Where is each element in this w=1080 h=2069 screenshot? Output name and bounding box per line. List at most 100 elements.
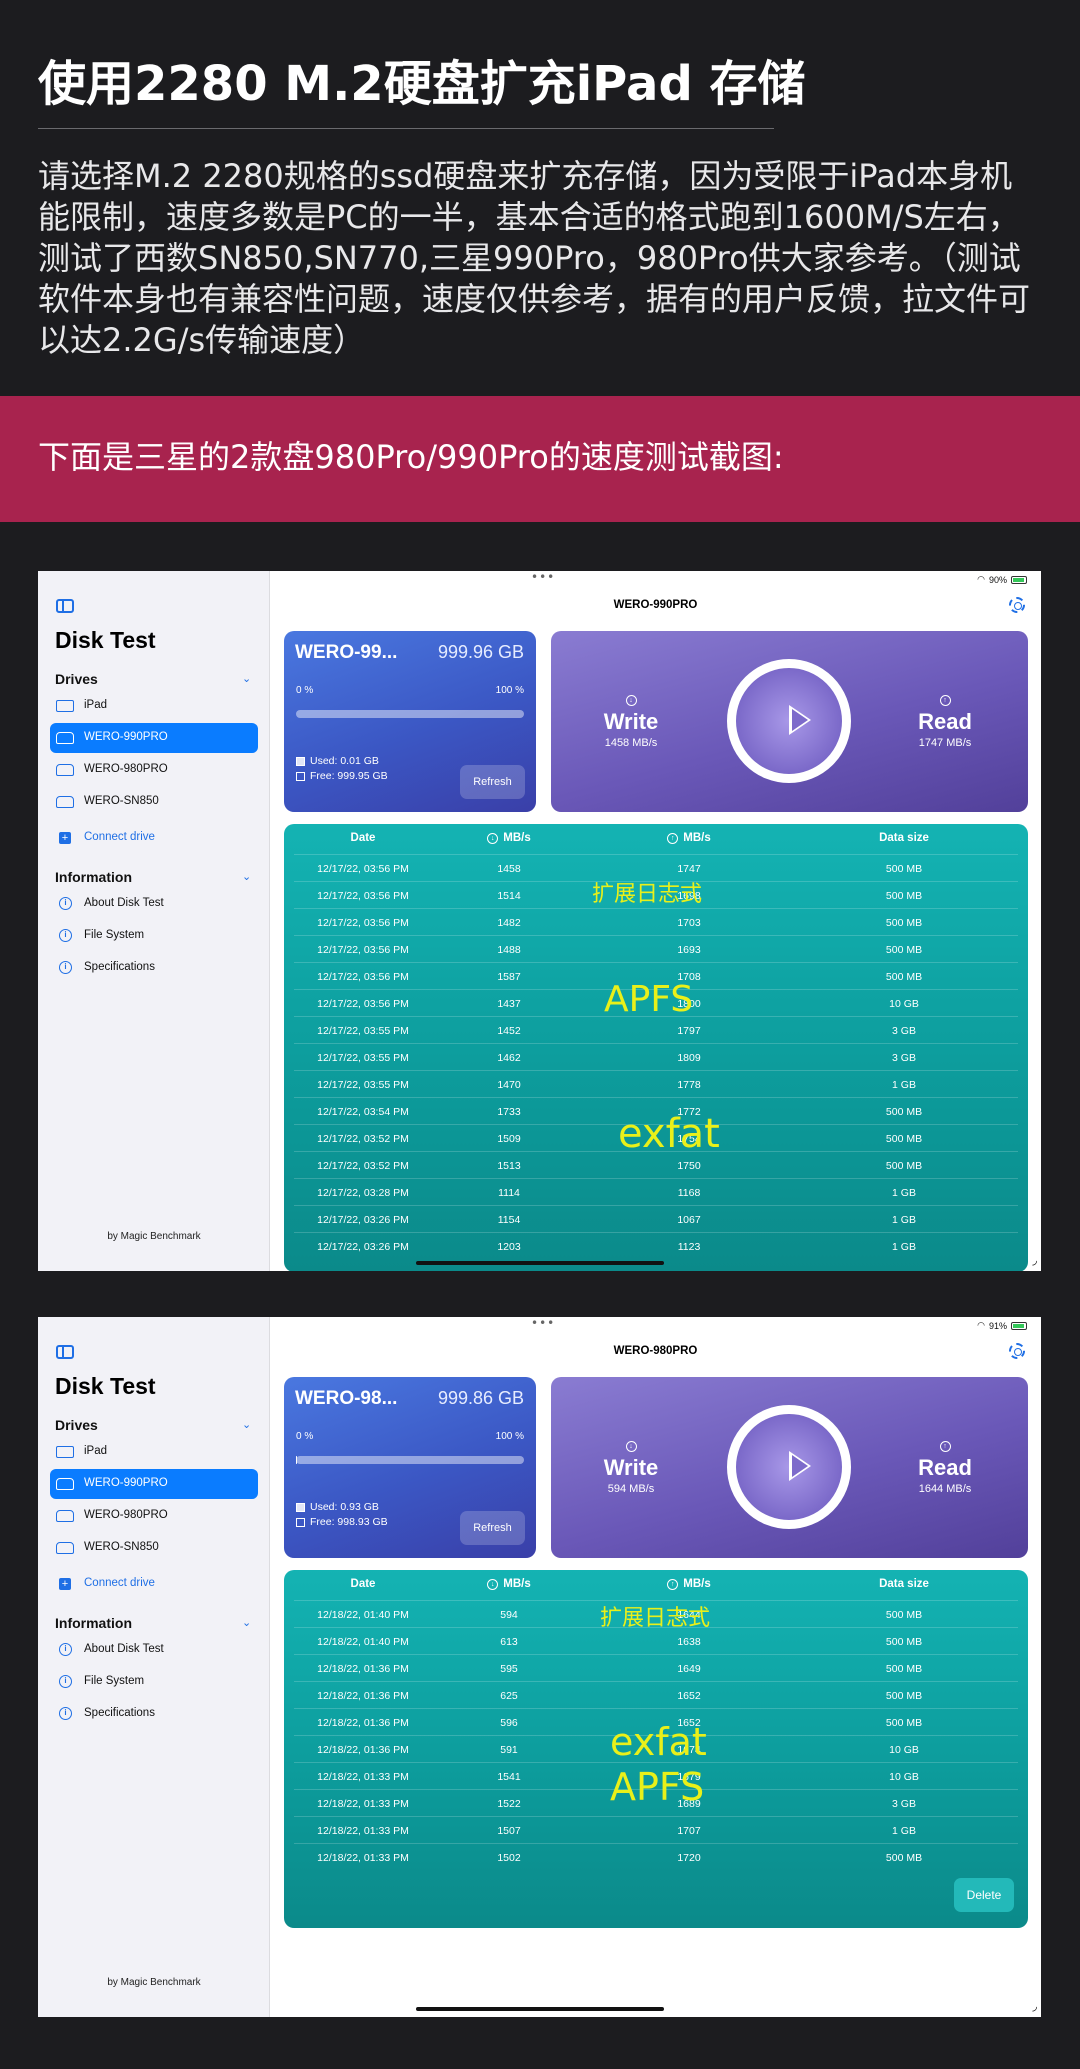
gear-icon[interactable] <box>1009 1343 1025 1359</box>
sidebar-item-wero-980pro[interactable]: WERO-980PRO <box>50 755 258 785</box>
upload-arrow-icon: ↑ <box>939 1441 951 1452</box>
table-body: 12/17/22, 03:56 PM 1458 1747 500 MB 12/17/22… <box>294 854 1018 1259</box>
information-section-header[interactable]: Information <box>55 1615 132 1631</box>
sidebar-item-label: About Disk Test <box>84 1643 164 1655</box>
info-icon: i <box>59 1675 72 1688</box>
home-indicator[interactable] <box>416 2007 664 2011</box>
multitask-dots-icon[interactable]: ••• <box>531 571 555 584</box>
table-row[interactable]: 12/17/22, 03:26 PM 1203 1123 1 GB <box>294 1232 1018 1259</box>
table-row[interactable]: 12/18/22, 01:36 PM 625 1652 500 MB <box>294 1681 1018 1708</box>
cell-write-speed: 1513 <box>497 1160 521 1172</box>
cell-date: 12/17/22, 03:56 PM <box>317 998 409 1010</box>
drives-section-header[interactable]: Drives <box>55 671 98 687</box>
refresh-button[interactable]: Refresh <box>460 1511 525 1545</box>
sidebar-item-specifications[interactable]: i Specifications <box>50 953 258 983</box>
cell-date: 12/18/22, 01:36 PM <box>317 1744 409 1756</box>
table-row[interactable]: 12/17/22, 03:55 PM 1470 1778 1 GB <box>294 1070 1018 1097</box>
col-header-size: Data size <box>879 1578 929 1590</box>
cell-data-size: 500 MB <box>885 944 923 956</box>
sidebar-toggle-icon[interactable] <box>56 1345 74 1359</box>
cell-data-size: 1 GB <box>892 1214 916 1226</box>
sidebar-item-specifications[interactable]: i Specifications <box>50 1699 258 1729</box>
drive-icon <box>56 1542 74 1554</box>
sidebar-item-wero-980pro[interactable]: WERO-980PRO <box>50 1501 258 1531</box>
cell-write-speed: 1541 <box>497 1771 521 1783</box>
nav-title: WERO-980PRO <box>613 1345 698 1357</box>
cell-data-size: 1 GB <box>892 1825 916 1837</box>
cell-data-size: 500 MB <box>885 917 923 929</box>
results-table: Date ↓ MB/s ↑ MB/s Data size 12/18/22, 01:… <box>284 1570 1028 1928</box>
table-row[interactable]: 12/17/22, 03:28 PM 1114 1168 1 GB <box>294 1178 1018 1205</box>
read-result: ↑ Read 1644 MB/s <box>875 1435 1015 1495</box>
chevron-down-icon[interactable]: ⌄ <box>242 1418 251 1431</box>
drive-name: WERO-98... <box>295 1388 398 1409</box>
table-row[interactable]: 12/17/22, 03:56 PM 1482 1703 500 MB <box>294 908 1018 935</box>
cell-read-speed: 1778 <box>677 1079 701 1091</box>
sidebar-item-ipad[interactable]: iPad <box>50 691 258 721</box>
sidebar-item-about-disk-test[interactable]: i About Disk Test <box>50 1635 258 1665</box>
start-test-button[interactable] <box>727 659 851 783</box>
sidebar-item-wero-990pro[interactable]: WERO-990PRO <box>50 723 258 753</box>
plus-icon: + <box>59 832 71 844</box>
format-annotation: exfat <box>610 1720 707 1764</box>
cell-read-speed: 1123 <box>677 1241 701 1253</box>
cell-date: 12/17/22, 03:26 PM <box>317 1214 409 1226</box>
cell-data-size: 500 MB <box>885 1636 923 1648</box>
col-header-write: ↓ MB/s <box>454 832 564 844</box>
drive-icon <box>56 1478 74 1490</box>
col-header-write: ↓ MB/s <box>454 1578 564 1590</box>
used-legend: Used: 0.93 GB <box>296 1501 379 1513</box>
cell-date: 12/17/22, 03:56 PM <box>317 971 409 983</box>
cell-read-speed: 1652 <box>677 1690 701 1702</box>
sidebar-item-file-system[interactable]: i File System <box>50 1667 258 1697</box>
cell-date: 12/18/22, 01:33 PM <box>317 1852 409 1864</box>
table-row[interactable]: 12/17/22, 03:55 PM 1462 1809 3 GB <box>294 1043 1018 1070</box>
cell-date: 12/18/22, 01:40 PM <box>317 1636 409 1648</box>
sidebar-item-wero-sn850[interactable]: WERO-SN850 <box>50 1533 258 1563</box>
home-indicator[interactable] <box>416 1261 664 1265</box>
gear-icon[interactable] <box>1009 597 1025 613</box>
chevron-down-icon[interactable]: ⌄ <box>242 672 251 685</box>
cell-read-speed: 1703 <box>677 917 701 929</box>
cell-read-speed: 1067 <box>677 1214 701 1226</box>
refresh-button[interactable]: Refresh <box>460 765 525 799</box>
sidebar-item-wero-sn850[interactable]: WERO-SN850 <box>50 787 258 817</box>
format-annotation: APFS <box>604 979 694 1020</box>
sidebar-item-ipad[interactable]: iPad <box>50 1437 258 1467</box>
sidebar-item-about-disk-test[interactable]: i About Disk Test <box>50 889 258 919</box>
cell-write-speed: 1437 <box>497 998 521 1010</box>
sidebar-item-label: WERO-980PRO <box>84 763 168 775</box>
connect-drive-button[interactable]: + Connect drive <box>50 823 258 853</box>
cell-read-speed: 1168 <box>677 1187 701 1199</box>
multitask-dots-icon[interactable]: ••• <box>531 1317 555 1330</box>
start-test-button[interactable] <box>727 1405 851 1529</box>
col-header-read: ↑ MB/s <box>634 1578 744 1590</box>
cell-data-size: 3 GB <box>892 1798 916 1810</box>
section-banner: 下面是三星的2款盘980Pro/990Pro的速度测试截图: <box>0 396 1080 522</box>
drives-section-header[interactable]: Drives <box>55 1417 98 1433</box>
cell-write-speed: 1733 <box>497 1106 521 1118</box>
connect-drive-button[interactable]: + Connect drive <box>50 1569 258 1599</box>
sidebar-item-wero-990pro[interactable]: WERO-990PRO <box>50 1469 258 1499</box>
cell-data-size: 500 MB <box>885 1106 923 1118</box>
delete-button[interactable]: Delete <box>954 1878 1014 1912</box>
sidebar-item-file-system[interactable]: i File System <box>50 921 258 951</box>
table-row[interactable]: 12/18/22, 01:33 PM 1502 1720 500 MB <box>294 1843 1018 1870</box>
table-row[interactable]: 12/17/22, 03:55 PM 1452 1797 3 GB <box>294 1016 1018 1043</box>
cell-date: 12/17/22, 03:54 PM <box>317 1106 409 1118</box>
wifi-icon: ◠ <box>977 574 985 584</box>
chevron-down-icon[interactable]: ⌄ <box>242 870 251 883</box>
by-line: by Magic Benchmark <box>107 1977 201 1988</box>
sidebar-item-label: iPad <box>84 1445 108 1457</box>
table-row[interactable]: 12/18/22, 01:33 PM 1507 1707 1 GB <box>294 1816 1018 1843</box>
chevron-down-icon[interactable]: ⌄ <box>242 1616 251 1629</box>
table-row[interactable]: 12/18/22, 01:36 PM 595 1649 500 MB <box>294 1654 1018 1681</box>
cell-data-size: 500 MB <box>885 1717 923 1729</box>
table-row[interactable]: 12/17/22, 03:56 PM 1488 1693 500 MB <box>294 935 1018 962</box>
sidebar-toggle-icon[interactable] <box>56 599 74 613</box>
status-indicators: ◠ 91% <box>977 1320 1027 1331</box>
information-section-header[interactable]: Information <box>55 869 132 885</box>
write-result: ↓ Write 1458 MB/s <box>561 689 701 749</box>
table-row[interactable]: 12/17/22, 03:26 PM 1154 1067 1 GB <box>294 1205 1018 1232</box>
sidebar-item-label: WERO-990PRO <box>84 1477 168 1489</box>
